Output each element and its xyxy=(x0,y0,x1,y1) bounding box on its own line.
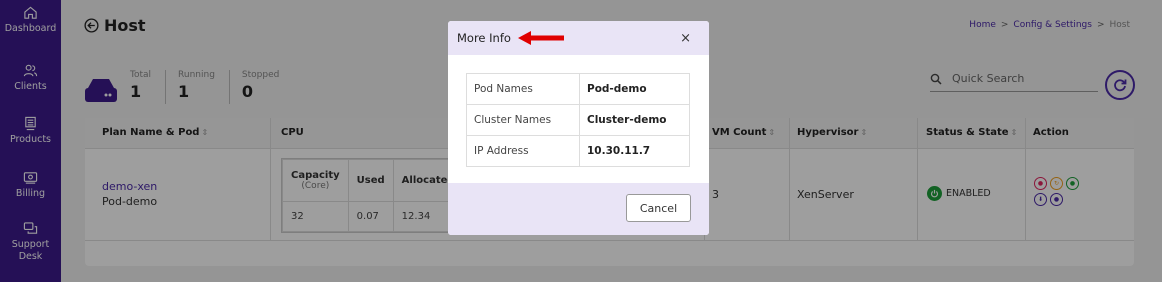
info-row: Pod Names Pod-demo xyxy=(466,73,690,105)
info-row: IP Address 10.30.11.7 xyxy=(466,135,690,167)
info-value: 10.30.11.7 xyxy=(579,135,690,167)
red-arrow-icon xyxy=(517,31,564,45)
info-row: Cluster Names Cluster-demo xyxy=(466,104,690,136)
modal-title: More Info xyxy=(457,31,511,45)
modal-header: More Info × xyxy=(448,21,709,55)
cancel-button[interactable]: Cancel xyxy=(626,194,691,222)
info-table: Pod Names Pod-demo Cluster Names Cluster… xyxy=(466,73,690,167)
info-label: Cluster Names xyxy=(466,104,580,136)
info-value: Pod-demo xyxy=(579,73,690,105)
close-icon[interactable]: × xyxy=(680,31,691,46)
info-value: Cluster-demo xyxy=(579,104,690,136)
modal-footer: Cancel xyxy=(448,183,709,235)
info-label: IP Address xyxy=(466,135,580,167)
more-info-modal: More Info × Pod Names Pod-demo Cluster N… xyxy=(448,21,709,235)
info-label: Pod Names xyxy=(466,73,580,105)
